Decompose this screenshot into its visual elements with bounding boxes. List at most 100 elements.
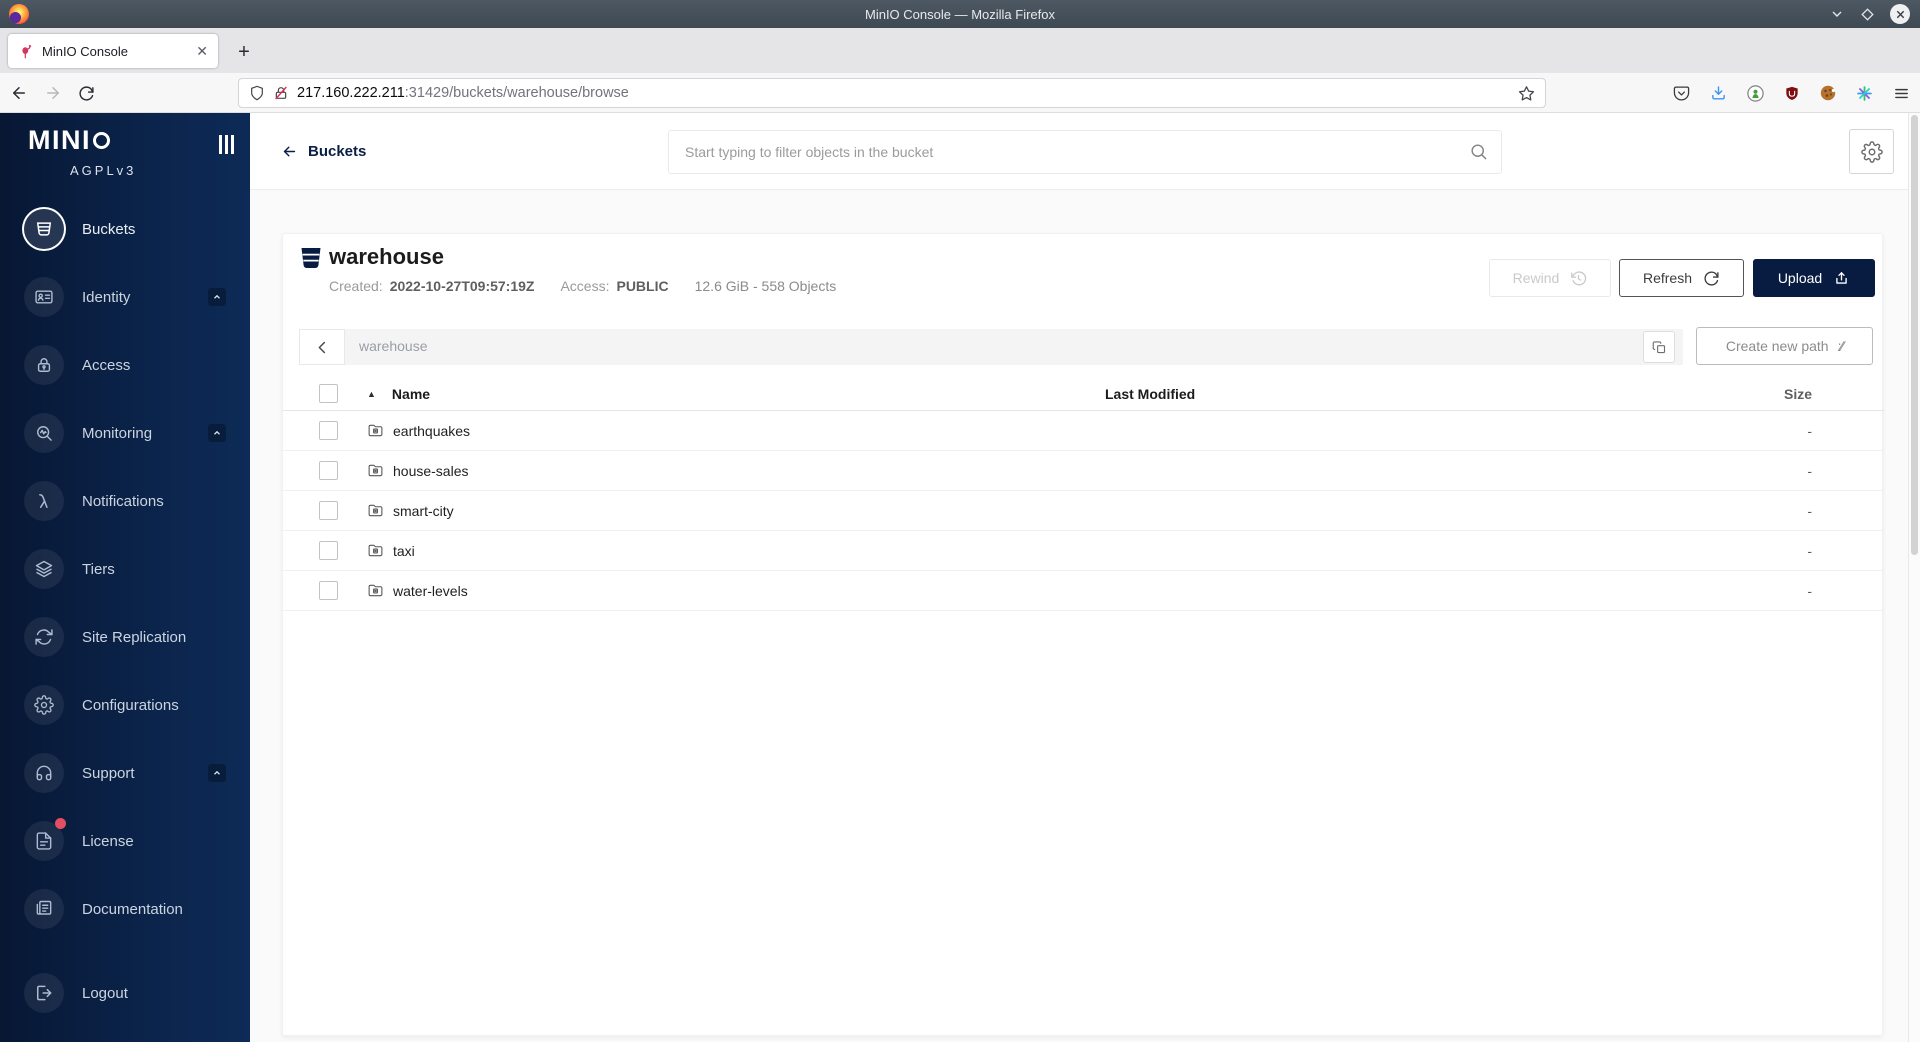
shield-permissions-icon[interactable]	[249, 85, 265, 101]
breadcrumb-label[interactable]: Buckets	[308, 143, 366, 160]
reload-button[interactable]	[78, 85, 95, 102]
browser-tab[interactable]: MinIO Console ✕	[8, 34, 218, 68]
pocket-icon[interactable]	[1673, 85, 1690, 102]
bucket-panel: warehouse Created: 2022-10-27T09:57:19Z …	[282, 233, 1884, 1036]
chevron-up-icon[interactable]	[208, 764, 226, 782]
window-title: MinIO Console — Mozilla Firefox	[865, 6, 1055, 22]
replication-arrows-icon	[24, 617, 64, 657]
tab-title: MinIO Console	[42, 43, 128, 59]
row-checkbox[interactable]	[319, 541, 338, 560]
folder-icon	[368, 544, 383, 557]
license-alert-badge	[55, 818, 66, 829]
sidebar-item-notifications[interactable]: Notifications	[0, 467, 250, 535]
row-checkbox[interactable]	[319, 421, 338, 440]
select-all-checkbox[interactable]	[319, 384, 338, 403]
row-checkbox[interactable]	[319, 501, 338, 520]
copy-path-button[interactable]	[1643, 331, 1675, 363]
column-header-size[interactable]: Size	[1665, 386, 1884, 402]
tab-close-icon[interactable]: ✕	[196, 44, 208, 58]
content-area: warehouse Created: 2022-10-27T09:57:19Z …	[250, 190, 1920, 1042]
minio-logo: MINI	[28, 127, 110, 154]
page-scrollbar[interactable]	[1908, 113, 1920, 1042]
refresh-button[interactable]: Refresh	[1619, 259, 1744, 297]
new-tab-button[interactable]: +	[230, 38, 258, 66]
page-header: Buckets	[250, 113, 1920, 190]
table-row[interactable]: house-sales -	[283, 451, 1884, 491]
layers-icon	[24, 549, 64, 589]
sidebar-item-site-replication[interactable]: Site Replication	[0, 603, 250, 671]
upload-button[interactable]: Upload	[1753, 259, 1875, 297]
minio-logo-text: MINI	[28, 125, 91, 155]
insecure-lock-icon[interactable]	[273, 85, 289, 101]
extensions-spark-icon[interactable]	[1856, 85, 1873, 102]
titlebar: MinIO Console — Mozilla Firefox	[0, 0, 1920, 28]
rewind-clock-icon	[1571, 270, 1587, 285]
sidebar-item-buckets[interactable]: Buckets	[0, 195, 250, 263]
sidebar-item-documentation[interactable]: Documentation	[0, 875, 250, 943]
sidebar-item-monitoring[interactable]: Monitoring	[0, 399, 250, 467]
download-icon[interactable]	[1710, 85, 1727, 102]
documentation-book-icon	[24, 889, 64, 929]
column-header-name[interactable]: ▲ Name	[347, 386, 1105, 402]
logout-icon	[24, 973, 64, 1013]
gear-icon	[1860, 140, 1883, 163]
minio-favicon-icon	[22, 44, 32, 59]
chevron-left-icon	[318, 341, 325, 353]
sidebar-item-support[interactable]: Support	[0, 739, 250, 807]
sidebar-nav: Buckets Identity Access Monitoring Notif…	[0, 195, 250, 1027]
back-button[interactable]	[10, 84, 28, 102]
minio-logo-o-icon	[93, 132, 110, 149]
close-button[interactable]	[1890, 4, 1910, 24]
copy-icon	[1652, 340, 1665, 353]
url-bar[interactable]: 217.160.222.211:31429/buckets/warehouse/…	[238, 78, 1546, 108]
created-label: Created:	[329, 278, 383, 294]
table-row[interactable]: water-levels -	[283, 571, 1884, 611]
bucket-usage: 12.6 GiB - 558 Objects	[694, 278, 837, 294]
bookmark-star-icon[interactable]	[1518, 85, 1535, 102]
url-host: 217.160.222.211	[297, 85, 405, 101]
table-row[interactable]: smart-city -	[283, 491, 1884, 531]
filter-objects-input[interactable]	[668, 130, 1502, 174]
sidebar-collapse-icon[interactable]	[219, 135, 234, 154]
rewind-button[interactable]: Rewind	[1489, 259, 1611, 297]
chevron-up-icon[interactable]	[208, 424, 226, 442]
created-value: 2022-10-27T09:57:19Z	[389, 278, 535, 294]
minimize-button[interactable]	[1829, 6, 1845, 22]
bucket-name: warehouse	[329, 244, 444, 269]
row-checkbox[interactable]	[319, 461, 338, 480]
cookie-extension-icon[interactable]	[1820, 85, 1836, 101]
create-path-icon: :∕∕	[1837, 338, 1845, 354]
column-header-last-modified[interactable]: Last Modified	[1105, 386, 1665, 402]
sidebar-item-configurations[interactable]: Configurations	[0, 671, 250, 739]
sidebar-item-identity[interactable]: Identity	[0, 263, 250, 331]
create-new-path-button[interactable]: Create new path :∕∕	[1696, 327, 1873, 365]
breadcrumb-back[interactable]: Buckets	[281, 113, 366, 190]
monitoring-search-icon	[24, 413, 64, 453]
bucket-icon	[299, 246, 323, 272]
forward-button[interactable]	[44, 84, 62, 102]
current-path[interactable]: warehouse	[359, 338, 428, 354]
url-text[interactable]: 217.160.222.211:31429/buckets/warehouse/…	[297, 85, 1510, 101]
sidebar-item-tiers[interactable]: Tiers	[0, 535, 250, 603]
chevron-up-icon[interactable]	[208, 288, 226, 306]
scrollbar-thumb[interactable]	[1911, 115, 1918, 555]
sidebar-item-access[interactable]: Access	[0, 331, 250, 399]
folder-icon	[368, 584, 383, 597]
adblock-extension-icon[interactable]	[1747, 84, 1764, 102]
row-checkbox[interactable]	[319, 581, 338, 600]
table-row[interactable]: earthquakes -	[283, 411, 1884, 451]
ublock-extension-icon[interactable]	[1784, 85, 1800, 102]
table-row[interactable]: taxi -	[283, 531, 1884, 571]
menu-hamburger-icon[interactable]	[1893, 85, 1910, 102]
settings-gear-button[interactable]	[1849, 129, 1894, 174]
path-back-button[interactable]	[299, 329, 345, 365]
url-path: :31429/buckets/warehouse/browse	[404, 85, 629, 101]
license-document-icon	[24, 818, 66, 861]
sidebar-item-logout[interactable]: Logout	[0, 959, 250, 1027]
folder-icon	[368, 424, 383, 437]
maximize-button[interactable]	[1860, 7, 1875, 22]
sidebar-item-license[interactable]: License	[0, 807, 250, 875]
screen: MinIO Console — Mozilla Firefox MinIO Co…	[0, 0, 1920, 1042]
folder-icon	[368, 464, 383, 477]
access-label: Access:	[560, 278, 610, 294]
